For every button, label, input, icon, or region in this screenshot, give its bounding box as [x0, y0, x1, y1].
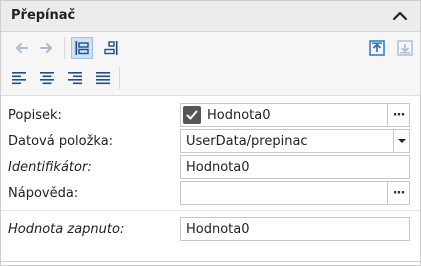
move-down-icon[interactable]	[394, 37, 416, 59]
properties-panel: Přepínač Popisek: Hodnota0 ··· Datová po…	[0, 0, 421, 266]
property-row-datova-polozka: Datová položka: UserData/prepinac	[1, 129, 420, 155]
popisek-field[interactable]: Hodnota0 ···	[180, 103, 410, 127]
more-button[interactable]: ···	[387, 104, 409, 126]
more-button[interactable]: ···	[387, 182, 409, 204]
datova-polozka-label: Datová položka:	[8, 134, 114, 149]
napoveda-input[interactable]: ···	[180, 181, 410, 205]
hodnota-zapnuto-label: Hodnota zapnuto:	[8, 222, 125, 237]
toolbar-separator	[119, 67, 120, 89]
panel-bottom-border	[1, 261, 420, 262]
napoveda-label: Nápověda:	[8, 186, 79, 201]
popisek-value: Hodnota0	[207, 108, 271, 123]
identifikator-input[interactable]: Hodnota0	[180, 155, 410, 179]
hodnota-zapnuto-value: Hodnota0	[186, 222, 250, 237]
align-center-icon[interactable]	[36, 67, 58, 89]
move-up-icon[interactable]	[366, 37, 388, 59]
hodnota-zapnuto-input[interactable]: Hodnota0	[180, 217, 410, 241]
section-divider	[1, 210, 420, 211]
datova-polozka-select[interactable]: UserData/prepinac	[180, 129, 410, 153]
datova-polozka-value: UserData/prepinac	[186, 134, 308, 149]
arrow-left-icon[interactable]	[10, 37, 32, 59]
align-right-icon[interactable]	[64, 67, 86, 89]
label-top-layout-icon[interactable]	[100, 37, 122, 59]
label-left-layout-icon[interactable]	[71, 37, 93, 59]
property-row-hodnota-zapnuto: Hodnota zapnuto: Hodnota0	[1, 217, 420, 243]
panel-title: Přepínač	[11, 8, 76, 23]
toolbar-separator	[64, 37, 65, 59]
arrow-right-icon[interactable]	[36, 37, 58, 59]
property-row-popisek: Popisek: Hodnota0 ···	[1, 103, 420, 129]
property-row-identifikator: Identifikátor: Hodnota0	[1, 155, 420, 181]
identifikator-value: Hodnota0	[186, 160, 250, 175]
chevron-up-icon[interactable]	[390, 6, 410, 26]
popisek-label: Popisek:	[8, 108, 62, 123]
panel-header[interactable]: Přepínač	[1, 1, 420, 32]
property-row-napoveda: Nápověda: ···	[1, 181, 420, 207]
dropdown-arrow-icon[interactable]	[393, 130, 409, 152]
identifikator-label: Identifikátor:	[8, 160, 92, 175]
align-left-icon[interactable]	[8, 67, 30, 89]
toolbar	[1, 32, 420, 96]
align-justify-icon[interactable]	[92, 67, 114, 89]
checkbox-checked-icon[interactable]	[183, 106, 201, 124]
